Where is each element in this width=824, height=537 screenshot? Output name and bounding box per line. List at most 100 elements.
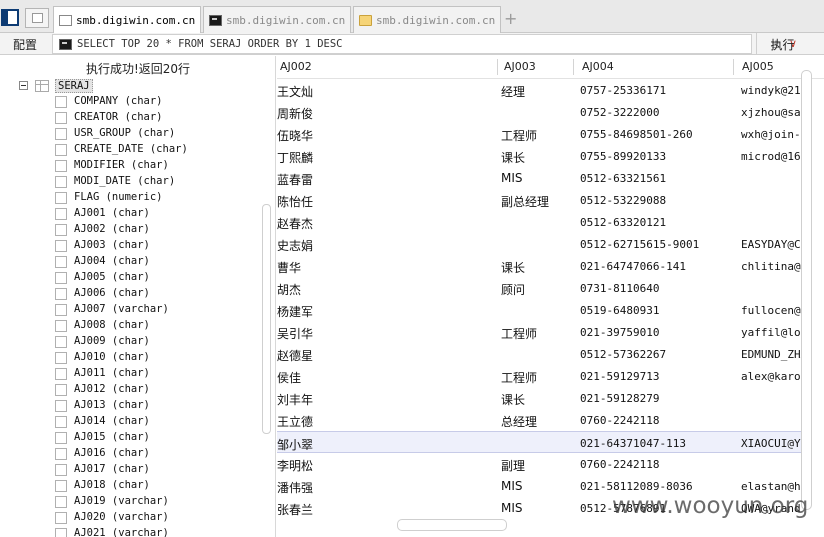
horizontal-scrollbar[interactable] bbox=[397, 519, 507, 531]
tree-column-item[interactable]: MODI_DATE (char) bbox=[0, 174, 260, 190]
checkbox[interactable] bbox=[55, 400, 67, 412]
tab-1[interactable]: smb.digiwin.com.cn bbox=[53, 6, 201, 34]
table-row[interactable]: 周新俊 0752-3222000 xjzhou@san bbox=[277, 101, 801, 123]
checkbox[interactable] bbox=[55, 208, 67, 220]
tree-column-item[interactable]: FLAG (numeric) bbox=[0, 190, 260, 206]
tree-column-item[interactable]: USR_GROUP (char) bbox=[0, 126, 260, 142]
tree-column-item[interactable]: AJ020 (varchar) bbox=[0, 510, 260, 526]
vertical-scrollbar[interactable] bbox=[801, 70, 812, 510]
checkbox[interactable] bbox=[55, 448, 67, 460]
table-row[interactable]: 陈怡任 副总经理 0512-53229088 bbox=[277, 189, 801, 211]
tree-column-item[interactable]: AJ011 (char) bbox=[0, 366, 260, 382]
checkbox[interactable] bbox=[55, 432, 67, 444]
tree-column-item[interactable]: AJ007 (varchar) bbox=[0, 302, 260, 318]
run-button[interactable]: 执行 bbox=[756, 33, 808, 54]
table-row[interactable]: 曹华 课长 021-64747066-141 chlitina@k bbox=[277, 255, 801, 277]
table-row[interactable]: 吴引华 工程师 021-39759010 yaffil@lot bbox=[277, 321, 801, 343]
checkbox[interactable] bbox=[55, 176, 67, 188]
tab-label: smb.digiwin.com.cn bbox=[376, 14, 496, 27]
table-row[interactable]: 丁熙麟 课长 0755-89920133 microd@163 bbox=[277, 145, 801, 167]
tree-column-item[interactable]: MODIFIER (char) bbox=[0, 158, 260, 174]
column-divider[interactable] bbox=[497, 59, 498, 75]
table-row[interactable]: 赵春杰 0512-63320121 bbox=[277, 211, 801, 233]
table-row[interactable]: 赵德星 0512-57362267 EDMUND_ZHA bbox=[277, 343, 801, 365]
checkbox[interactable] bbox=[55, 512, 67, 524]
table-row[interactable]: 邹小翠 021-64371047-113 XIAOCUI@YK bbox=[277, 431, 801, 453]
tree-column-item[interactable]: AJ018 (char) bbox=[0, 478, 260, 494]
table-cell-aj002: 吴引华 bbox=[277, 327, 314, 341]
checkbox[interactable] bbox=[55, 320, 67, 332]
checkbox[interactable] bbox=[55, 352, 67, 364]
checkbox[interactable] bbox=[55, 112, 67, 124]
checkbox[interactable] bbox=[55, 272, 67, 284]
tab-3[interactable]: smb.digiwin.com.cn bbox=[353, 6, 501, 33]
collapse-icon[interactable] bbox=[19, 81, 28, 90]
tree-root-row[interactable]: SERAJ bbox=[0, 78, 270, 94]
checkbox[interactable] bbox=[55, 224, 67, 236]
sql-input[interactable]: SELECT TOP 20 * FROM SERAJ ORDER BY 1 DE… bbox=[52, 34, 797, 54]
table-row[interactable]: 蓝春雷 MIS 0512-63321561 bbox=[277, 167, 801, 189]
tree-column-item[interactable]: AJ002 (char) bbox=[0, 222, 260, 238]
column-divider[interactable] bbox=[573, 59, 574, 75]
column-divider[interactable] bbox=[733, 59, 734, 75]
tree-column-item[interactable]: AJ016 (char) bbox=[0, 446, 260, 462]
new-tab-button[interactable]: + bbox=[504, 9, 517, 28]
tree-column-item[interactable]: CREATOR (char) bbox=[0, 110, 260, 126]
checkbox[interactable] bbox=[55, 368, 67, 380]
table-cell-aj002: 伍晓华 bbox=[277, 129, 314, 143]
tree-column-item[interactable]: CREATE_DATE (char) bbox=[0, 142, 260, 158]
checkbox[interactable] bbox=[55, 128, 67, 140]
tree-column-item[interactable]: AJ005 (char) bbox=[0, 270, 260, 286]
tree-column-item[interactable]: AJ015 (char) bbox=[0, 430, 260, 446]
tree-column-item[interactable]: AJ017 (char) bbox=[0, 462, 260, 478]
column-header-aj004[interactable]: AJ004 bbox=[582, 56, 614, 78]
checkbox[interactable] bbox=[55, 256, 67, 268]
checkbox[interactable] bbox=[55, 288, 67, 300]
table-row[interactable]: 侯佳 工程师 021-59129713 alex@karon bbox=[277, 365, 801, 387]
checkbox[interactable] bbox=[55, 464, 67, 476]
checkbox[interactable] bbox=[55, 416, 67, 428]
table-row[interactable]: 杨建军 0519-6480931 fullocen@p bbox=[277, 299, 801, 321]
tree-column-item[interactable]: AJ001 (char) bbox=[0, 206, 260, 222]
checkbox[interactable] bbox=[55, 96, 67, 108]
checkbox[interactable] bbox=[55, 528, 67, 537]
tree-column-item[interactable]: AJ010 (char) bbox=[0, 350, 260, 366]
tree-column-item[interactable]: AJ021 (varchar) bbox=[0, 526, 260, 537]
tree-column-item[interactable]: AJ014 (char) bbox=[0, 414, 260, 430]
table-cell-aj003: 总经理 bbox=[501, 415, 538, 429]
sidebar-toggle-button[interactable] bbox=[1, 9, 19, 26]
table-row[interactable]: 史志娟 0512-62715615-9001 EASYDAY@CH bbox=[277, 233, 801, 255]
checkbox[interactable] bbox=[55, 240, 67, 252]
column-header-aj003[interactable]: AJ003 bbox=[504, 56, 536, 78]
table-row[interactable]: 李明松 副理 0760-2242118 bbox=[277, 453, 801, 475]
table-row[interactable]: 刘丰年 课长 021-59128279 bbox=[277, 387, 801, 409]
table-cell-aj003: 工程师 bbox=[501, 371, 538, 385]
tree-scrollbar[interactable] bbox=[262, 204, 271, 434]
tree-column-item[interactable]: AJ013 (char) bbox=[0, 398, 260, 414]
tree-column-item[interactable]: AJ019 (varchar) bbox=[0, 494, 260, 510]
tree-column-item[interactable]: AJ004 (char) bbox=[0, 254, 260, 270]
checkbox[interactable] bbox=[55, 144, 67, 156]
tree-column-item[interactable]: COMPANY (char) bbox=[0, 94, 260, 110]
checkbox[interactable] bbox=[55, 336, 67, 348]
checkbox[interactable] bbox=[55, 496, 67, 508]
tree-column-item[interactable]: AJ009 (char) bbox=[0, 334, 260, 350]
table-row[interactable]: 王立德 总经理 0760-2242118 bbox=[277, 409, 801, 431]
tree-column-item[interactable]: AJ012 (char) bbox=[0, 382, 260, 398]
table-row[interactable]: 胡杰 顾问 0731-8110640 bbox=[277, 277, 801, 299]
checkbox[interactable] bbox=[55, 480, 67, 492]
table-row[interactable]: 王文灿 经理 0757-25336171 windyk@21c bbox=[277, 79, 801, 101]
table-row[interactable]: 伍晓华 工程师 0755-84698501-260 wxh@join-s bbox=[277, 123, 801, 145]
column-header-aj005[interactable]: AJ005 bbox=[742, 56, 774, 78]
checkbox[interactable] bbox=[55, 160, 67, 172]
checkbox[interactable] bbox=[55, 304, 67, 316]
checkbox[interactable] bbox=[55, 192, 67, 204]
checkbox[interactable] bbox=[55, 384, 67, 396]
tree-column-item[interactable]: AJ006 (char) bbox=[0, 286, 260, 302]
new-window-button[interactable] bbox=[25, 8, 49, 28]
tree-column-item[interactable]: AJ003 (char) bbox=[0, 238, 260, 254]
tab-2[interactable]: smb.digiwin.com.cn bbox=[203, 6, 351, 33]
config-button[interactable]: 配置 bbox=[0, 33, 50, 54]
column-header-aj002[interactable]: AJ002 bbox=[280, 56, 312, 78]
tree-column-item[interactable]: AJ008 (char) bbox=[0, 318, 260, 334]
